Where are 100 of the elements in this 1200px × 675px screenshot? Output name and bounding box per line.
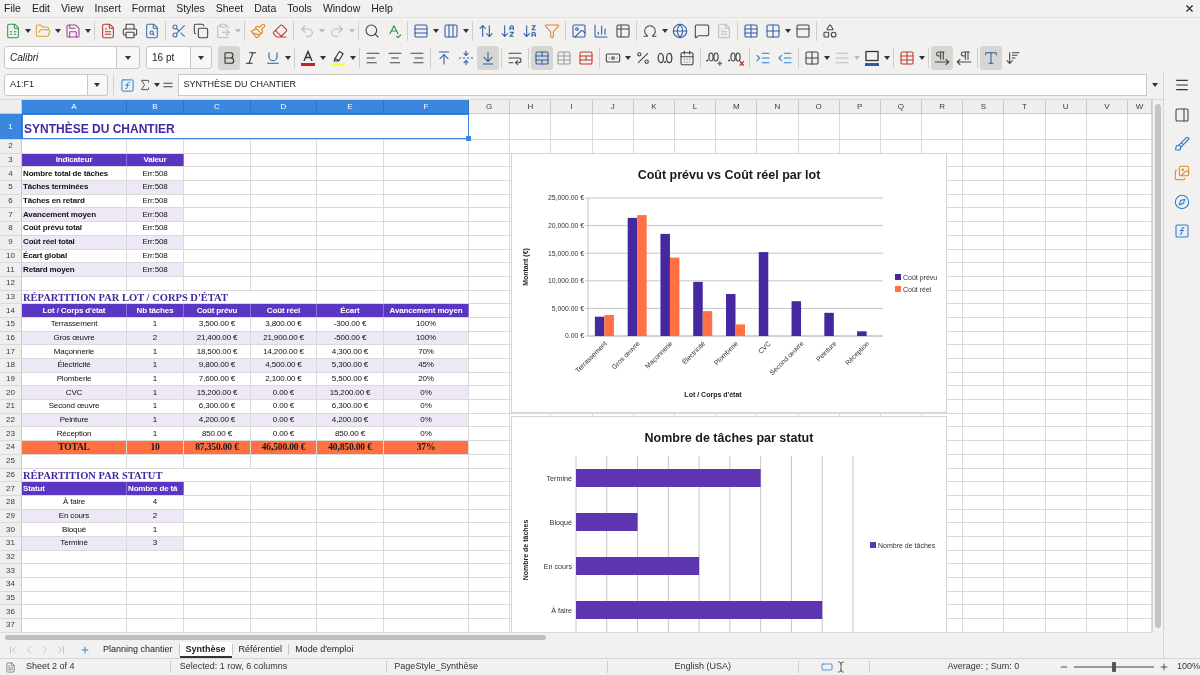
column-header[interactable]: T [1004, 100, 1046, 114]
table-header-cell: Lot / Corps d'état [22, 304, 127, 317]
row-header[interactable]: 24 [0, 441, 22, 454]
row-header[interactable]: 2 [0, 140, 22, 153]
column-header[interactable]: Q [880, 100, 923, 114]
row-header[interactable]: 30 [0, 523, 22, 536]
column-header[interactable]: K [633, 100, 675, 114]
column-header[interactable]: D [251, 100, 317, 114]
name-box[interactable]: A1:F1 [4, 74, 88, 96]
row-header[interactable]: 36 [0, 605, 22, 619]
row-header[interactable]: 11 [0, 263, 22, 276]
document-icon [100, 23, 116, 39]
scrollbar-thumb[interactable] [1155, 104, 1161, 628]
column-header[interactable]: I [551, 100, 593, 114]
funnel-icon [544, 23, 560, 39]
sheet-tab[interactable]: Référentiel [232, 641, 289, 658]
text-direction-button[interactable] [980, 45, 1002, 70]
sheet-tab[interactable]: Mode d'emploi [289, 641, 360, 658]
column-header[interactable]: U [1045, 100, 1087, 114]
align-top-icon [436, 49, 452, 66]
row-header[interactable]: 17 [0, 345, 22, 358]
menu-item[interactable]: Edit [27, 0, 54, 17]
sheet-tab[interactable]: Synthèse [179, 641, 232, 658]
formula-input[interactable]: SYNTHÈSE DU CHANTIER [178, 74, 1148, 96]
column-header[interactable]: V [1086, 100, 1128, 114]
column-header[interactable]: L [674, 100, 717, 114]
menu-item[interactable]: Format [127, 0, 170, 17]
column-header[interactable]: F [384, 100, 469, 114]
row-header[interactable]: 37 [0, 619, 22, 632]
dropdown-button[interactable] [87, 74, 108, 96]
row-header[interactable]: 1 [0, 114, 22, 139]
menu-item[interactable]: Insert [90, 0, 125, 17]
column-header[interactable]: A [22, 100, 127, 114]
column-header[interactable]: S [963, 100, 1005, 114]
printer-icon [122, 23, 138, 39]
scrollbar-thumb[interactable] [5, 634, 546, 640]
ltr-button[interactable] [931, 45, 953, 70]
column-header[interactable]: R [922, 100, 964, 114]
row-header[interactable]: 21 [0, 400, 22, 413]
omega-icon [642, 23, 658, 39]
font-color-icon [300, 49, 316, 66]
bold-button[interactable] [218, 45, 240, 70]
page-style: PageStyle_Synthèse [393, 660, 479, 674]
table-cell: 45% [384, 359, 469, 372]
menu-item[interactable]: Sheet [211, 0, 248, 17]
speech-bubble-icon [694, 23, 710, 39]
folder-icon [35, 23, 51, 39]
row-header[interactable]: 7 [0, 208, 22, 222]
language: English (USA) [673, 660, 733, 674]
row-header[interactable]: 34 [0, 578, 22, 591]
slider-thumb[interactable] [1112, 662, 1117, 672]
column-header[interactable]: W [1128, 100, 1152, 114]
eraser-icon [272, 23, 288, 39]
column-header[interactable]: B [127, 100, 184, 114]
row-header[interactable]: 23 [0, 427, 22, 441]
column-header[interactable]: O [798, 100, 840, 114]
column-header[interactable]: J [592, 100, 634, 114]
column-header[interactable]: H [510, 100, 552, 114]
selected-cell-range[interactable]: SYNTHÈSE DU CHANTIER [22, 114, 469, 139]
font-name-field[interactable]: Calibri [4, 46, 117, 69]
menu-item[interactable]: Data [250, 0, 281, 17]
menu-item[interactable]: Styles [172, 0, 209, 17]
menu-item[interactable]: View [57, 0, 88, 17]
sheet-tab[interactable]: Planning chantier [97, 641, 179, 658]
column-header[interactable]: M [716, 100, 758, 114]
columns-icon [443, 23, 459, 39]
legend-swatch-icon [895, 286, 901, 292]
align-bottom-button[interactable] [477, 45, 499, 70]
row-header[interactable]: 27 [0, 482, 22, 495]
chart-title: Coût prévu vs Coût réel par lot [637, 168, 821, 182]
caret-icon [1152, 83, 1159, 87]
row-header[interactable]: 4 [0, 167, 22, 181]
table-header-cell: Coût réel [251, 304, 317, 317]
row-header[interactable]: 14 [0, 304, 22, 317]
table-cell: Électricité [22, 359, 127, 372]
column-header[interactable]: C [184, 100, 251, 114]
vertical-scrollbar[interactable] [1152, 100, 1163, 633]
row-header[interactable]: 20 [0, 386, 22, 400]
caret-icon [785, 29, 791, 33]
row-header[interactable]: 5 [0, 181, 22, 194]
menu-item[interactable]: File [0, 0, 25, 17]
row-header[interactable]: 18 [0, 359, 22, 372]
caret-icon [824, 55, 830, 60]
column-header[interactable]: G [469, 100, 511, 114]
menu-item[interactable]: Window [318, 0, 365, 17]
table-cell: 0% [384, 386, 469, 400]
font-size-field[interactable]: 16 pt [146, 46, 191, 69]
column-header[interactable]: E [317, 100, 384, 114]
fill-handle-icon[interactable] [466, 136, 471, 141]
merge-center-button[interactable] [531, 45, 553, 70]
undo-icon [299, 23, 315, 39]
menu-item[interactable]: Tools [283, 0, 316, 17]
chart-panel[interactable] [511, 153, 947, 413]
column-header[interactable]: P [839, 100, 881, 114]
row-header[interactable]: 8 [0, 222, 22, 235]
table-cell: 5,300.00 € [317, 359, 384, 372]
column-header[interactable]: N [757, 100, 799, 114]
row-header[interactable]: 33 [0, 564, 22, 577]
globe-icon [672, 23, 688, 39]
menu-item[interactable]: Help [367, 0, 397, 17]
